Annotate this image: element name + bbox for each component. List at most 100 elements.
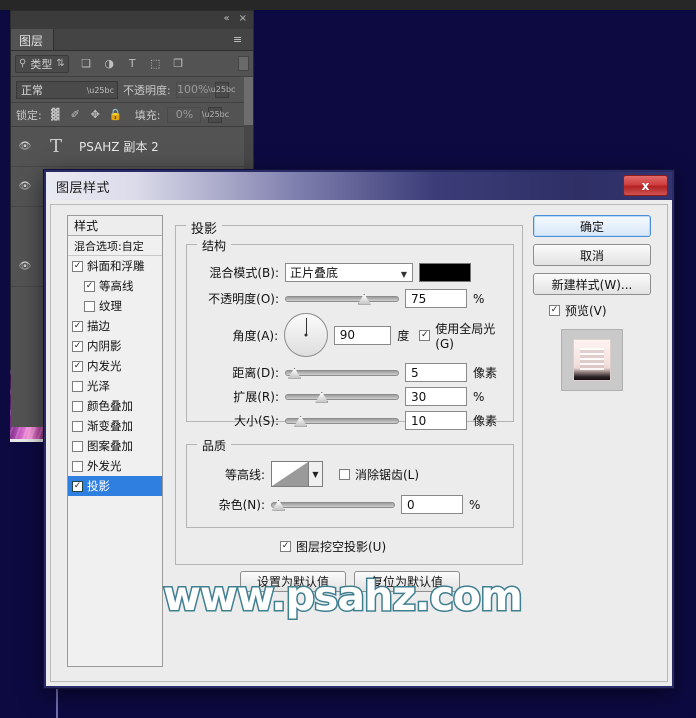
checkbox-gradient-overlay[interactable] bbox=[72, 420, 83, 432]
checkbox-bevel-emboss[interactable] bbox=[72, 260, 83, 272]
style-item-bevel-emboss[interactable]: 斜面和浮雕 bbox=[68, 256, 162, 276]
size-input[interactable]: 10 bbox=[405, 411, 467, 430]
size-slider[interactable] bbox=[285, 414, 399, 428]
style-item-outer-glow[interactable]: 外发光 bbox=[68, 456, 162, 476]
drop-shadow-group-label: 投影 bbox=[186, 218, 223, 237]
antialias-row[interactable]: 消除锯齿(L) bbox=[339, 466, 419, 483]
angle-input[interactable]: 90 bbox=[333, 325, 392, 345]
style-item-satin[interactable]: 光泽 bbox=[68, 376, 162, 396]
style-item-stroke[interactable]: 描边 bbox=[68, 316, 162, 336]
ok-button[interactable]: 确定 bbox=[533, 215, 651, 237]
spread-row: 扩展(R): 30 % bbox=[193, 387, 509, 406]
shadow-color-swatch[interactable] bbox=[419, 263, 471, 282]
knockout-row[interactable]: 图层挖空投影(U) bbox=[280, 538, 386, 555]
opacity-unit: % bbox=[473, 291, 485, 306]
checkbox-color-overlay[interactable] bbox=[72, 400, 83, 412]
styles-header: 样式 bbox=[68, 216, 162, 236]
layer-blend-row: 正常 \u25bc 不透明度: 100% \u25bc bbox=[11, 77, 253, 103]
quality-group: 品质 等高线: ▼ 消除锯齿(L) 杂色(N): 0 % bbox=[186, 437, 514, 528]
close-button[interactable]: x bbox=[623, 175, 668, 196]
blending-options-item[interactable]: 混合选项:自定 bbox=[68, 236, 162, 256]
filter-enable-toggle[interactable] bbox=[238, 56, 249, 71]
noise-input[interactable]: 0 bbox=[401, 495, 463, 514]
checkbox-contour[interactable] bbox=[84, 280, 95, 292]
noise-unit: % bbox=[469, 497, 481, 512]
smart-object-filter-icon[interactable]: ❐ bbox=[171, 56, 186, 71]
chevron-down-icon[interactable]: ▼ bbox=[309, 461, 323, 487]
distance-slider[interactable] bbox=[285, 366, 399, 380]
checkbox-drop-shadow[interactable] bbox=[72, 480, 83, 492]
noise-row: 杂色(N): 0 % bbox=[193, 495, 509, 514]
checkbox-satin[interactable] bbox=[72, 380, 83, 392]
lock-transparency-icon[interactable]: ▓ bbox=[49, 108, 62, 121]
size-unit: 像素 bbox=[473, 414, 498, 428]
opacity-value[interactable]: 100% bbox=[175, 81, 210, 98]
checkbox-texture[interactable] bbox=[84, 300, 95, 312]
eye-icon[interactable]: 👁 bbox=[17, 179, 33, 195]
photoshop-workspace: « × 图层 ≡ ⚲ 类型 ⇅ ❑ ◑ T ⬚ ❐ 正常 \u25bc 不透明度… bbox=[0, 0, 696, 718]
angle-dial[interactable] bbox=[284, 313, 328, 357]
checkbox-stroke[interactable] bbox=[72, 320, 83, 332]
close-icon[interactable]: × bbox=[239, 13, 247, 25]
quality-group-label: 品质 bbox=[197, 437, 232, 454]
scrollbar-thumb[interactable] bbox=[244, 77, 253, 125]
global-light-row[interactable]: 使用全局光(G) bbox=[419, 320, 513, 351]
contour-preset-picker[interactable]: ▼ bbox=[271, 461, 323, 487]
noise-slider[interactable] bbox=[271, 498, 395, 512]
pixel-layer-filter-icon[interactable]: ❑ bbox=[79, 56, 94, 71]
checkbox-global-light[interactable] bbox=[419, 329, 431, 341]
preview-row[interactable]: 预览(V) bbox=[533, 302, 661, 319]
checkbox-knockout[interactable] bbox=[280, 541, 291, 552]
fill-value[interactable]: 0% bbox=[167, 106, 202, 123]
checkbox-antialias[interactable] bbox=[339, 468, 350, 480]
checkbox-pattern-overlay[interactable] bbox=[72, 440, 83, 452]
checkbox-preview[interactable] bbox=[549, 305, 560, 316]
adjustment-layer-filter-icon[interactable]: ◑ bbox=[102, 56, 117, 71]
filter-type-select[interactable]: ⚲ 类型 ⇅ bbox=[15, 54, 69, 73]
opacity-slider[interactable] bbox=[285, 292, 399, 306]
checkbox-inner-glow[interactable] bbox=[72, 360, 83, 372]
opacity-stepper[interactable]: \u25bc bbox=[208, 81, 235, 98]
lock-all-icon[interactable]: 🔒 bbox=[109, 108, 123, 121]
layer-blend-mode-select[interactable]: 正常 \u25bc bbox=[16, 80, 118, 99]
dialog-action-buttons: 确定 取消 新建样式(W)... 预览(V) bbox=[533, 215, 661, 391]
collapse-icon[interactable]: « bbox=[223, 13, 229, 25]
lock-image-icon[interactable]: ✐ bbox=[69, 108, 82, 121]
style-item-texture[interactable]: 纹理 bbox=[68, 296, 162, 316]
checkbox-outer-glow[interactable] bbox=[72, 460, 83, 472]
style-item-color-overlay[interactable]: 颜色叠加 bbox=[68, 396, 162, 416]
fill-stepper[interactable]: \u25bc bbox=[202, 106, 229, 123]
spread-input[interactable]: 30 bbox=[405, 387, 467, 406]
style-item-drop-shadow[interactable]: 投影 bbox=[68, 476, 162, 496]
style-item-label: 渐变叠加 bbox=[87, 419, 133, 433]
dialog-title-bar[interactable]: 图层样式 x bbox=[46, 172, 672, 200]
opacity-input[interactable]: 75 bbox=[405, 289, 467, 308]
angle-row: 角度(A): 90 度 使用全局光(G) bbox=[193, 313, 513, 357]
angle-unit: 度 bbox=[397, 328, 410, 343]
chevron-updown-icon: ⇅ bbox=[56, 57, 65, 69]
checkbox-inner-shadow[interactable] bbox=[72, 340, 83, 352]
style-item-gradient-overlay[interactable]: 渐变叠加 bbox=[68, 416, 162, 436]
panel-menu-icon[interactable]: ≡ bbox=[233, 34, 247, 45]
style-item-inner-glow[interactable]: 内发光 bbox=[68, 356, 162, 376]
style-item-inner-shadow[interactable]: 内阴影 bbox=[68, 336, 162, 356]
contour-row: 等高线: ▼ 消除锯齿(L) bbox=[193, 461, 509, 487]
distance-input[interactable]: 5 bbox=[405, 363, 467, 382]
style-item-contour[interactable]: 等高线 bbox=[68, 276, 162, 296]
spread-slider[interactable] bbox=[285, 390, 399, 404]
tab-layers[interactable]: 图层 bbox=[11, 29, 55, 50]
contour-swatch[interactable] bbox=[271, 461, 309, 487]
lock-position-icon[interactable]: ✥ bbox=[89, 108, 102, 121]
preview-label: 预览(V) bbox=[565, 304, 607, 318]
eye-icon[interactable]: 👁 bbox=[17, 259, 33, 275]
style-item-pattern-overlay[interactable]: 图案叠加 bbox=[68, 436, 162, 456]
eye-icon[interactable]: 👁 bbox=[17, 139, 33, 155]
distance-label: 距离(D): bbox=[232, 366, 279, 380]
table-row[interactable]: 👁 T PSAHZ 副本 2 bbox=[11, 127, 253, 167]
shape-layer-filter-icon[interactable]: ⬚ bbox=[148, 56, 163, 71]
cancel-button[interactable]: 取消 bbox=[533, 244, 651, 266]
new-style-button[interactable]: 新建样式(W)... bbox=[533, 273, 651, 295]
blend-mode-select[interactable]: 正片叠底 ▼ bbox=[285, 263, 413, 282]
type-layer-filter-icon[interactable]: T bbox=[125, 56, 140, 71]
opacity-label: 不透明度(O): bbox=[208, 292, 279, 306]
